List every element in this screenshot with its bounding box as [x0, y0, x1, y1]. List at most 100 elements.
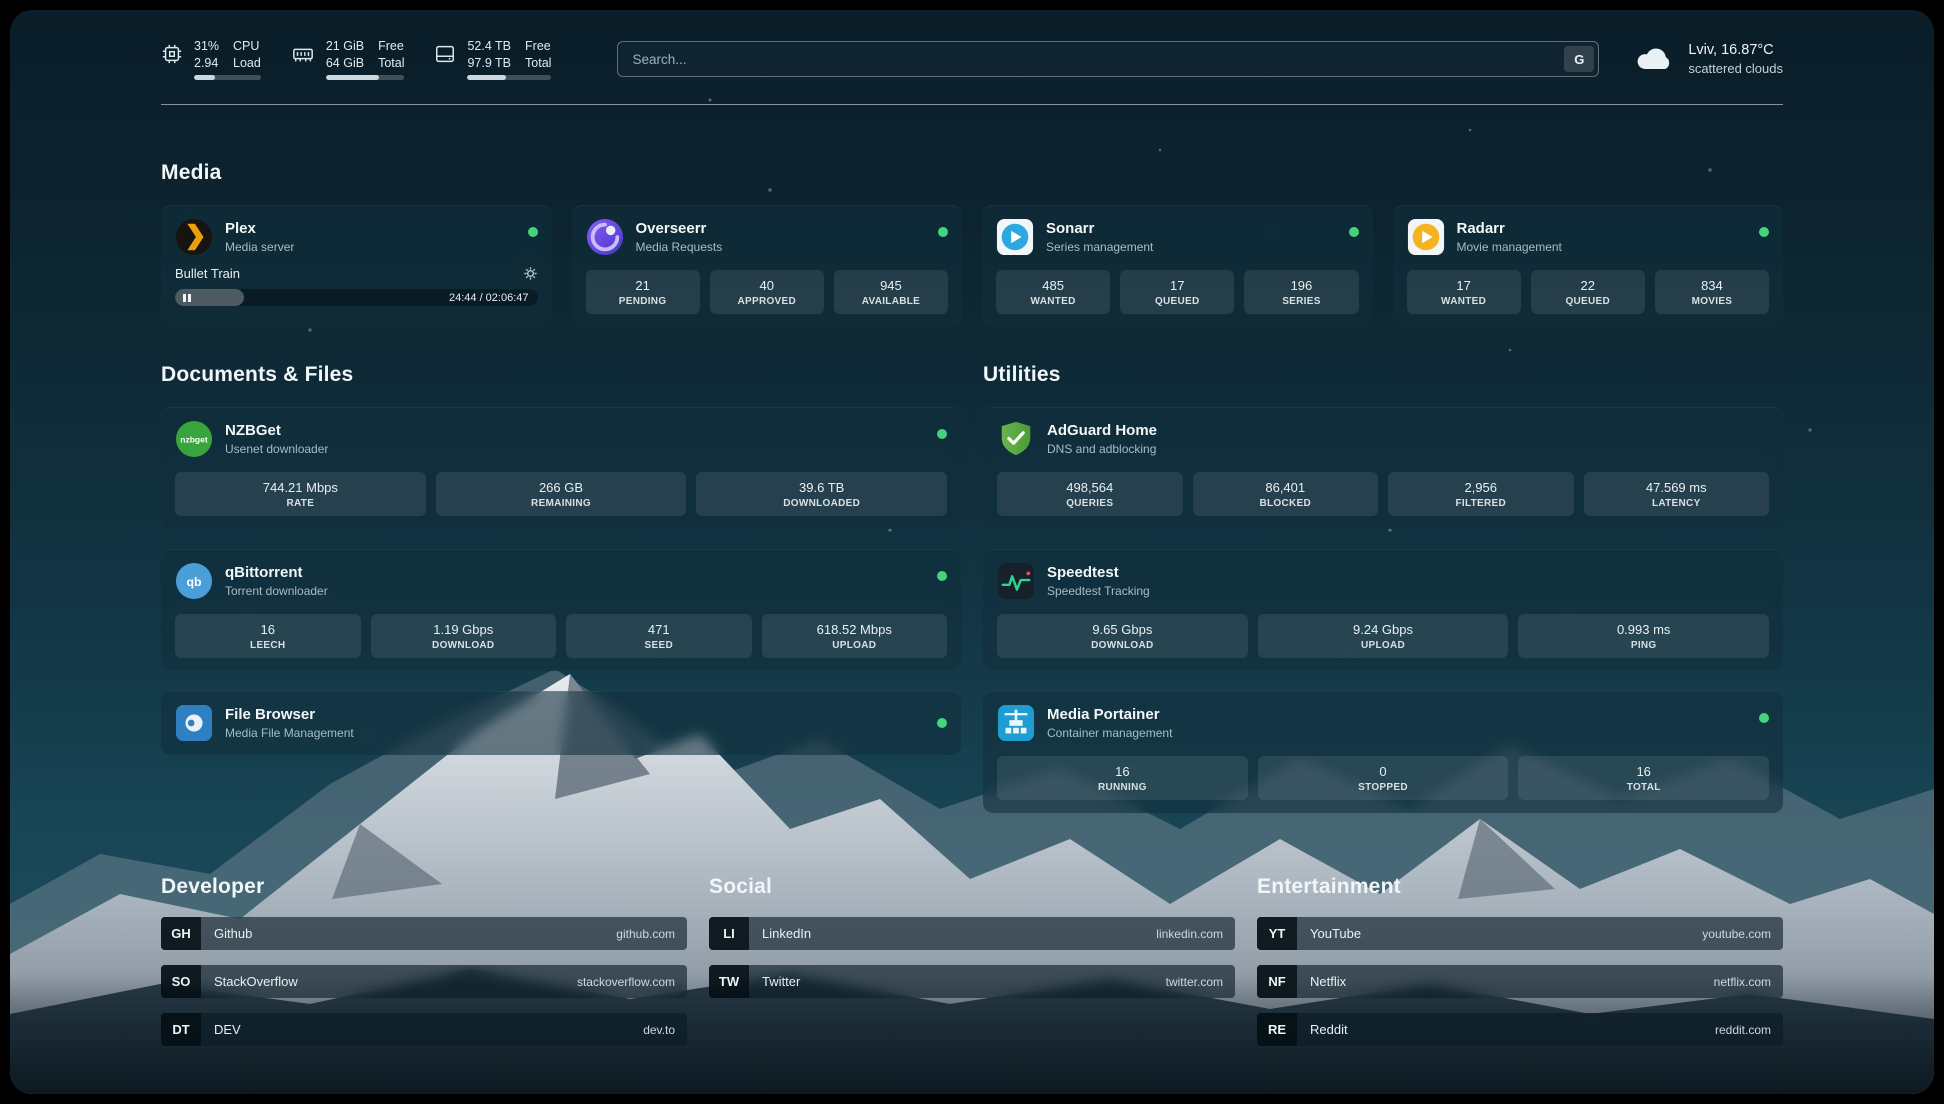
bookmark-abbr: DT	[161, 1013, 201, 1046]
service-name: NZBGet	[225, 422, 328, 439]
documents-column: Documents & Files nzbget NZBGet Usenet d…	[161, 363, 961, 755]
service-card-nzbget[interactable]: nzbget NZBGet Usenet downloader 744.21 M…	[161, 407, 961, 529]
service-card-adguard[interactable]: AdGuard Home DNS and adblocking 498,564 …	[983, 407, 1783, 529]
stat-upload: 618.52 Mbps UPLOAD	[762, 614, 948, 658]
radarr-icon	[1407, 218, 1445, 256]
memory-total: 64 GiB	[326, 55, 364, 71]
bookmark-name: LinkedIn	[762, 926, 811, 941]
stat-queued: 17 QUEUED	[1120, 270, 1234, 314]
search-input[interactable]	[617, 41, 1599, 77]
bookmark-github[interactable]: GH Github github.com	[161, 917, 687, 950]
status-dot	[528, 227, 538, 237]
service-name: qBittorrent	[225, 564, 328, 581]
bookmark-name: StackOverflow	[214, 974, 298, 989]
bookmark-abbr: GH	[161, 917, 201, 950]
service-subtitle: Series management	[1046, 240, 1153, 254]
search-container: G	[617, 41, 1599, 77]
service-name: File Browser	[225, 706, 354, 723]
memory-widget: 21 GiB Free 64 GiB Total	[291, 38, 405, 81]
bookmarks-social: Social LI LinkedIn linkedin.com TW Twitt…	[709, 875, 1235, 1061]
stat-blocked: 86,401 BLOCKED	[1193, 472, 1379, 516]
stat-wanted: 17 WANTED	[1407, 270, 1521, 314]
nzbget-icon: nzbget	[175, 420, 213, 458]
svg-text:qb: qb	[186, 575, 202, 589]
service-card-plex[interactable]: Plex Media server Bullet Train	[161, 205, 552, 327]
bookmark-stackoverflow[interactable]: SO StackOverflow stackoverflow.com	[161, 965, 687, 998]
bookmark-netflix[interactable]: NF Netflix netflix.com	[1257, 965, 1783, 998]
playback-progress-bar[interactable]: 24:44 / 02:06:47	[175, 289, 538, 306]
bookmark-youtube[interactable]: YT YouTube youtube.com	[1257, 917, 1783, 950]
bookmark-abbr: RE	[1257, 1013, 1297, 1046]
bookmark-url: stackoverflow.com	[577, 975, 675, 989]
section-title-entertainment: Entertainment	[1257, 875, 1783, 899]
bookmark-name: Twitter	[762, 974, 800, 989]
service-card-overseerr[interactable]: Overseerr Media Requests 21 PENDING 40 A…	[572, 205, 963, 327]
bookmark-name: YouTube	[1310, 926, 1361, 941]
service-name: Overseerr	[636, 220, 723, 237]
service-subtitle: Media File Management	[225, 726, 354, 740]
service-subtitle: Container management	[1047, 726, 1172, 740]
stat-approved: 40 APPROVED	[710, 270, 824, 314]
now-playing-title: Bullet Train	[175, 266, 240, 281]
bookmark-linkedin[interactable]: LI LinkedIn linkedin.com	[709, 917, 1235, 950]
cpu-widget: 31% CPU 2.94 Load	[161, 38, 261, 81]
service-card-sonarr[interactable]: Sonarr Series management 485 WANTED 17 Q…	[982, 205, 1373, 327]
section-title-social: Social	[709, 875, 1235, 899]
disk-total-label: Total	[525, 55, 551, 71]
service-card-portainer[interactable]: Media Portainer Container management 16 …	[983, 691, 1783, 813]
bookmark-url: netflix.com	[1714, 975, 1771, 989]
bookmark-reddit[interactable]: RE Reddit reddit.com	[1257, 1013, 1783, 1046]
service-subtitle: Media Requests	[636, 240, 723, 254]
stat-downloaded: 39.6 TB DOWNLOADED	[696, 472, 947, 516]
stat-download: 9.65 Gbps DOWNLOAD	[997, 614, 1248, 658]
bookmark-twitter[interactable]: TW Twitter twitter.com	[709, 965, 1235, 998]
stat-ping: 0.993 ms PING	[1518, 614, 1769, 658]
service-card-speedtest[interactable]: Speedtest Speedtest Tracking 9.65 Gbps D…	[983, 549, 1783, 671]
stat-download: 1.19 Gbps DOWNLOAD	[371, 614, 557, 658]
status-dot	[1759, 227, 1769, 237]
bookmark-url: dev.to	[643, 1023, 675, 1037]
cpu-load-label: Load	[233, 55, 261, 71]
service-subtitle: Torrent downloader	[225, 584, 328, 598]
bookmark-name: Github	[214, 926, 252, 941]
gear-icon[interactable]	[523, 266, 538, 281]
disk-icon	[434, 43, 456, 70]
memory-progress-bar	[326, 75, 405, 80]
status-dot	[937, 429, 947, 439]
bookmarks-entertainment: Entertainment YT YouTube youtube.com NF …	[1257, 875, 1783, 1061]
filebrowser-icon	[175, 704, 213, 742]
service-card-qbittorrent[interactable]: qb qBittorrent Torrent downloader 16 LEE…	[161, 549, 961, 671]
media-grid: Plex Media server Bullet Train	[161, 205, 1783, 327]
bookmark-name: Reddit	[1310, 1022, 1348, 1037]
bookmark-abbr: LI	[709, 917, 749, 950]
weather-condition: scattered clouds	[1688, 61, 1783, 76]
bookmark-url: reddit.com	[1715, 1023, 1771, 1037]
search-provider-button[interactable]: G	[1564, 46, 1594, 72]
status-dot	[937, 718, 947, 728]
service-subtitle: Speedtest Tracking	[1047, 584, 1150, 598]
portainer-icon	[997, 704, 1035, 742]
stat-latency: 47.569 ms LATENCY	[1584, 472, 1770, 516]
service-name: Speedtest	[1047, 564, 1150, 581]
cpu-percent: 31%	[194, 38, 219, 54]
cpu-chip-icon	[161, 43, 183, 70]
bookmark-url: linkedin.com	[1156, 927, 1223, 941]
bookmark-dev[interactable]: DT DEV dev.to	[161, 1013, 687, 1046]
status-dot	[937, 571, 947, 581]
disk-progress-bar	[467, 75, 551, 80]
service-name: Sonarr	[1046, 220, 1153, 237]
cpu-label: CPU	[233, 38, 261, 54]
service-name: Radarr	[1457, 220, 1562, 237]
pause-icon[interactable]	[183, 294, 191, 302]
disk-total: 97.9 TB	[467, 55, 511, 71]
section-title-documents: Documents & Files	[161, 363, 961, 387]
service-card-radarr[interactable]: Radarr Movie management 17 WANTED 22 QUE…	[1393, 205, 1784, 327]
service-card-filebrowser[interactable]: File Browser Media File Management	[161, 691, 961, 755]
cpu-progress-bar	[194, 75, 261, 80]
topbar-divider	[161, 104, 1783, 105]
weather-location: Lviv, 16.87°C	[1688, 42, 1783, 58]
service-name: Plex	[225, 220, 294, 237]
svg-text:nzbget: nzbget	[180, 434, 208, 444]
stat-remaining: 266 GB REMAINING	[436, 472, 687, 516]
section-title-developer: Developer	[161, 875, 687, 899]
